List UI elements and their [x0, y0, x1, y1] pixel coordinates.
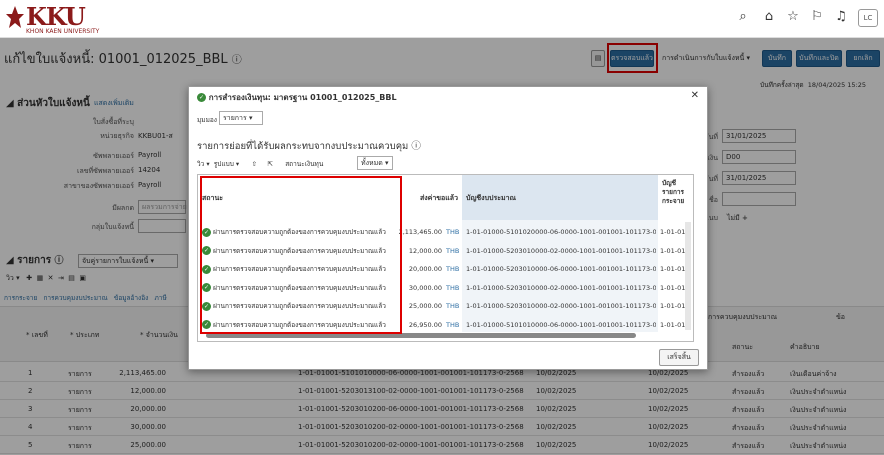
avatar[interactable]: LC	[858, 9, 878, 27]
top-bar: KKU KHON KAEN UNIVERSITY ⌕ ⌂ ☆ ⚐ ♫ LC	[0, 0, 884, 38]
view-select[interactable]: รายการ ▾	[219, 111, 263, 125]
budget-account-cell: 1-01-01000-5101020000-06-0000-1001-00100…	[466, 228, 656, 236]
dialog-toolbar[interactable]: วิว ▾ รูปแบบ ▾ ⇧ ⇱ สถานะเงินทุน	[197, 159, 323, 169]
currency-cell: THB	[446, 228, 460, 236]
col-amount: ส่งค่าขอแล้ว	[419, 194, 458, 202]
search-icon[interactable]: ⌕	[736, 10, 750, 24]
status-filter-select[interactable]: ทั้งหมด ▾	[357, 156, 393, 170]
kku-emblem-icon	[6, 6, 24, 28]
help-icon-dialog: ⓘ	[411, 141, 421, 152]
bell-icon[interactable]: ♫	[834, 10, 848, 24]
star-icon[interactable]: ☆	[786, 10, 800, 24]
home-icon[interactable]: ⌂	[762, 10, 776, 24]
logo-subtitle: KHON KAEN UNIVERSITY	[26, 28, 100, 35]
budget-account-cell: 1-01-01000-5203010000-02-0000-1001-00100…	[466, 283, 656, 292]
amount-cell: 25,000.00	[408, 302, 442, 310]
amount-cell: 20,000.00	[408, 265, 442, 273]
budget-account-cell: 1-01-01000-5203010000-06-0000-1001-00100…	[466, 265, 656, 273]
funds-reservation-dialog: ✓ การสำรองเงินทุน: มาตรฐาน 01001_012025_…	[188, 86, 708, 370]
currency-cell: THB	[446, 246, 460, 255]
amount-cell: 12,000.00	[408, 246, 442, 255]
kku-logo: KKU KHON KAEN UNIVERSITY	[4, 2, 114, 36]
dialog-title: ✓ การสำรองเงินทุน: มาตรฐาน 01001_012025_…	[197, 93, 397, 102]
logo-text: KKU	[26, 2, 86, 31]
amount-cell: 2,113,465.00	[398, 228, 442, 236]
currency-cell: THB	[446, 302, 460, 310]
col-budget-account: บัญชีงบประมาณ	[462, 175, 658, 220]
budget-account-cell: 1-01-01000-5101010000-06-0000-1001-00100…	[466, 320, 656, 329]
success-icon: ✓	[197, 93, 206, 102]
col-distribution-account: บัญชีรายการกระจาย	[662, 179, 685, 205]
currency-cell: THB	[446, 283, 460, 292]
done-button[interactable]: เสร็จสิ้น	[659, 349, 699, 366]
view-label: มุมมอง	[197, 116, 217, 124]
vertical-scrollbar[interactable]	[685, 222, 691, 330]
flag-icon[interactable]: ⚐	[810, 10, 824, 24]
currency-cell: THB	[446, 320, 460, 329]
amount-cell: 30,000.00	[408, 283, 442, 292]
budget-account-cell: 1-01-01000-5203010000-02-0000-1001-00100…	[466, 246, 656, 255]
close-icon[interactable]: ✕	[691, 90, 699, 101]
highlight-status-column	[200, 176, 402, 334]
budget-account-cell: 1-01-01000-5203010000-02-0000-1001-00100…	[466, 302, 656, 310]
dialog-subtitle: รายการย่อยที่ได้รับผลกระทบจากงบประมาณควบ…	[197, 141, 421, 152]
amount-cell: 26,950.00	[408, 320, 442, 329]
currency-cell: THB	[446, 265, 460, 273]
